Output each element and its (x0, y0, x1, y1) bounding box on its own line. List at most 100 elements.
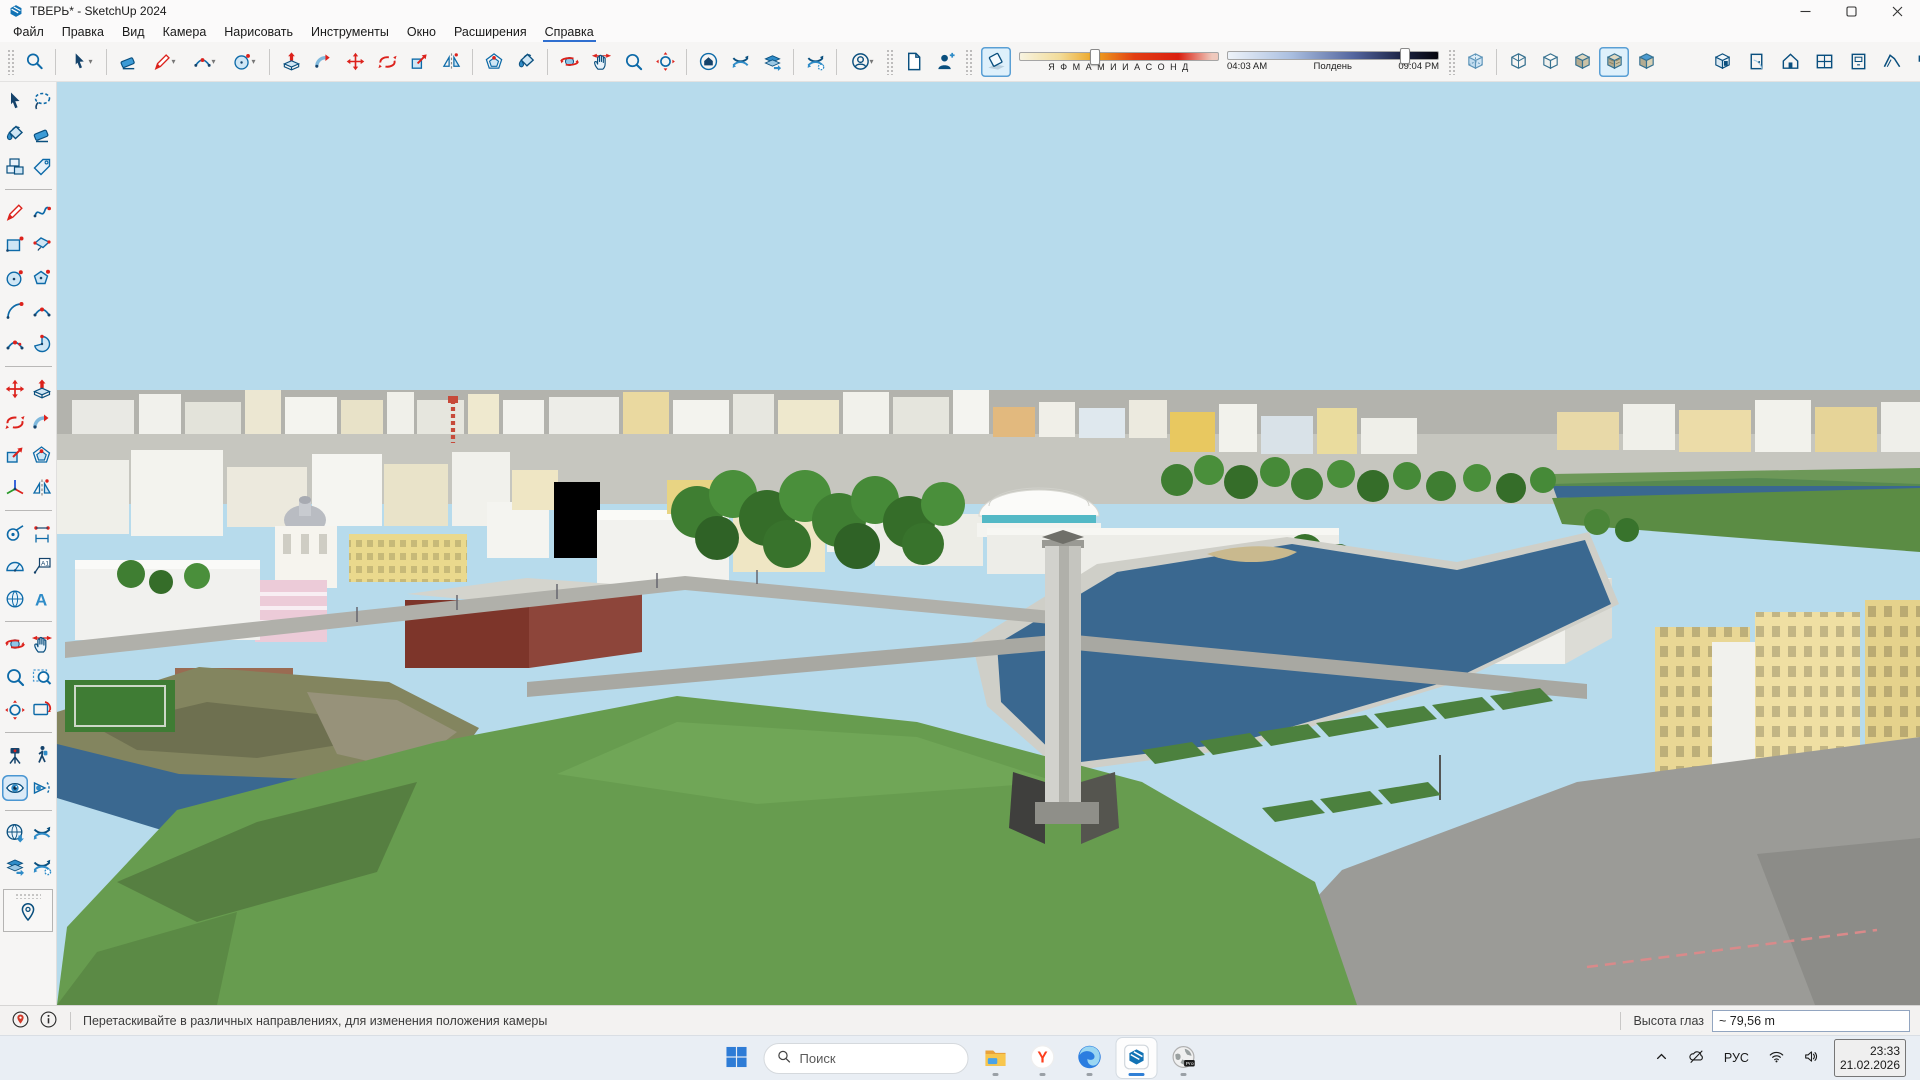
toolbar-roof-tool[interactable] (1877, 47, 1907, 77)
toolbar-new-file[interactable] (898, 47, 928, 77)
shadow-time-slider[interactable]: 04:03 AM Полдень 09:04 PM (1227, 51, 1439, 72)
toolbar-rotate[interactable] (372, 47, 402, 77)
menu-item-справка[interactable]: Справка (536, 22, 603, 42)
toolbar-layer-export[interactable] (757, 47, 787, 77)
tool-flip[interactable] (29, 475, 55, 501)
dropdown-caret-icon[interactable]: ▾ (211, 57, 215, 66)
tool-axes-globe[interactable] (2, 586, 28, 612)
toolbar-drag-grip[interactable] (7, 49, 14, 75)
close-button[interactable] (1874, 0, 1920, 22)
toolbar-eraser[interactable] (113, 47, 143, 77)
tool-line[interactable] (2, 199, 28, 225)
tool-pan[interactable] (29, 631, 55, 657)
file-explorer-button[interactable] (976, 1038, 1016, 1078)
volume-button[interactable] (1799, 1044, 1824, 1072)
toolbar-offset[interactable] (479, 47, 509, 77)
tool-circle[interactable] (2, 265, 28, 291)
menu-item-расширения[interactable]: Расширения (445, 22, 536, 42)
menu-item-окно[interactable]: Окно (398, 22, 445, 42)
toolbar-add-collaborator[interactable] (930, 47, 960, 77)
eye-height-input[interactable] (1712, 1010, 1910, 1032)
tool-location-pin[interactable] (15, 899, 41, 925)
3d-viewport[interactable] (57, 82, 1920, 1005)
tool-eye-dir[interactable] (29, 775, 55, 801)
tool-freehand[interactable] (29, 199, 55, 225)
tool-offset[interactable] (29, 442, 55, 468)
help-info-button[interactable] (38, 1011, 58, 1031)
tool-swap-objects[interactable] (29, 820, 55, 846)
toolbar-component-browser[interactable] (693, 47, 723, 77)
tool-rotate[interactable] (2, 409, 28, 435)
toolbar-select[interactable]: ▾ (62, 47, 100, 77)
tool-lasso[interactable] (29, 88, 55, 114)
edge-browser-button[interactable] (1070, 1038, 1110, 1078)
toolbar-drag-grip[interactable] (965, 49, 972, 75)
menu-item-правка[interactable]: Правка (53, 22, 113, 42)
style-shaded-textures-mode[interactable] (1599, 47, 1629, 77)
tool-layer-export[interactable] (2, 853, 28, 879)
toolbar-component-box[interactable] (1707, 47, 1737, 77)
tool-eraser[interactable] (29, 121, 55, 147)
sketchup-app-button[interactable] (1117, 1038, 1157, 1078)
tool-move[interactable] (2, 376, 28, 402)
google-earth-button[interactable]: Pro (1164, 1038, 1204, 1078)
tool-three-point-arc[interactable] (2, 331, 28, 357)
tool-zoom-extents[interactable] (2, 697, 28, 723)
menu-item-файл[interactable]: Файл (4, 22, 53, 42)
menu-item-нарисовать[interactable]: Нарисовать (215, 22, 302, 42)
tool-add-location[interactable] (2, 820, 28, 846)
geolocation-button[interactable] (10, 1011, 30, 1031)
yandex-browser-button[interactable]: Y (1023, 1038, 1063, 1078)
tool-pie[interactable] (29, 331, 55, 357)
dropdown-caret-icon[interactable]: ▾ (88, 57, 92, 66)
tool-look-around[interactable] (2, 775, 28, 801)
minimize-button[interactable] (1782, 0, 1828, 22)
toolbar-push-pull[interactable] (276, 47, 306, 77)
toolbar-search[interactable] (19, 47, 49, 77)
style-hidden-line-mode[interactable] (1535, 47, 1565, 77)
maximize-button[interactable] (1828, 0, 1874, 22)
toolbar-paint-bucket[interactable] (511, 47, 541, 77)
toolbar-wall-tool[interactable] (1911, 47, 1920, 77)
taskbar-search[interactable]: Поиск (764, 1043, 969, 1074)
tool-rectangle[interactable] (2, 232, 28, 258)
toolbar-avatar[interactable]: ▾ (843, 47, 881, 77)
toolbar-flip[interactable] (436, 47, 466, 77)
toolbar-line[interactable]: ▾ (145, 47, 183, 77)
dropdown-caret-icon[interactable]: ▾ (251, 57, 255, 66)
style-shaded-mode[interactable] (1567, 47, 1597, 77)
tool-axes[interactable] (2, 475, 28, 501)
language-indicator[interactable]: РУС (1719, 1047, 1754, 1069)
toolbar-two-point-arc[interactable]: ▾ (185, 47, 223, 77)
tool-walk[interactable] (29, 742, 55, 768)
tool-text-3d[interactable]: A (29, 586, 55, 612)
tray-overflow-button[interactable] (1649, 1044, 1674, 1072)
date-slider-handle[interactable] (1090, 49, 1100, 65)
toolbar-drag-grip[interactable] (886, 49, 893, 75)
menu-item-камера[interactable]: Камера (154, 22, 216, 42)
toolbar-scale[interactable] (404, 47, 434, 77)
onedrive-button[interactable] (1684, 1044, 1709, 1072)
toolbar-circle[interactable]: ▾ (225, 47, 263, 77)
tool-tape-measure[interactable] (2, 520, 28, 546)
menu-item-инструменты[interactable]: Инструменты (302, 22, 398, 42)
start-button[interactable] (717, 1038, 757, 1078)
toolbar-swap-settings[interactable] (800, 47, 830, 77)
tool-previous-view[interactable] (29, 697, 55, 723)
tool-push-pull[interactable] (29, 376, 55, 402)
tool-follow-me[interactable] (29, 409, 55, 435)
style-monochrome-mode[interactable] (1631, 47, 1661, 77)
wifi-button[interactable] (1764, 1044, 1789, 1072)
tool-two-point-arc[interactable] (29, 298, 55, 324)
toolbar-building-tool[interactable] (1775, 47, 1805, 77)
tool-arc[interactable] (2, 298, 28, 324)
dropdown-caret-icon[interactable]: ▾ (869, 57, 873, 66)
tool-rotated-rectangle[interactable] (29, 232, 55, 258)
toolbar-zoom-extents[interactable] (650, 47, 680, 77)
style-xray-mode[interactable] (1460, 47, 1490, 77)
tool-components[interactable] (2, 154, 28, 180)
tool-protractor[interactable] (2, 553, 28, 579)
toolbar-swap-objects[interactable] (725, 47, 755, 77)
toolbar-orbit[interactable] (554, 47, 584, 77)
toolbar-zoom[interactable] (618, 47, 648, 77)
